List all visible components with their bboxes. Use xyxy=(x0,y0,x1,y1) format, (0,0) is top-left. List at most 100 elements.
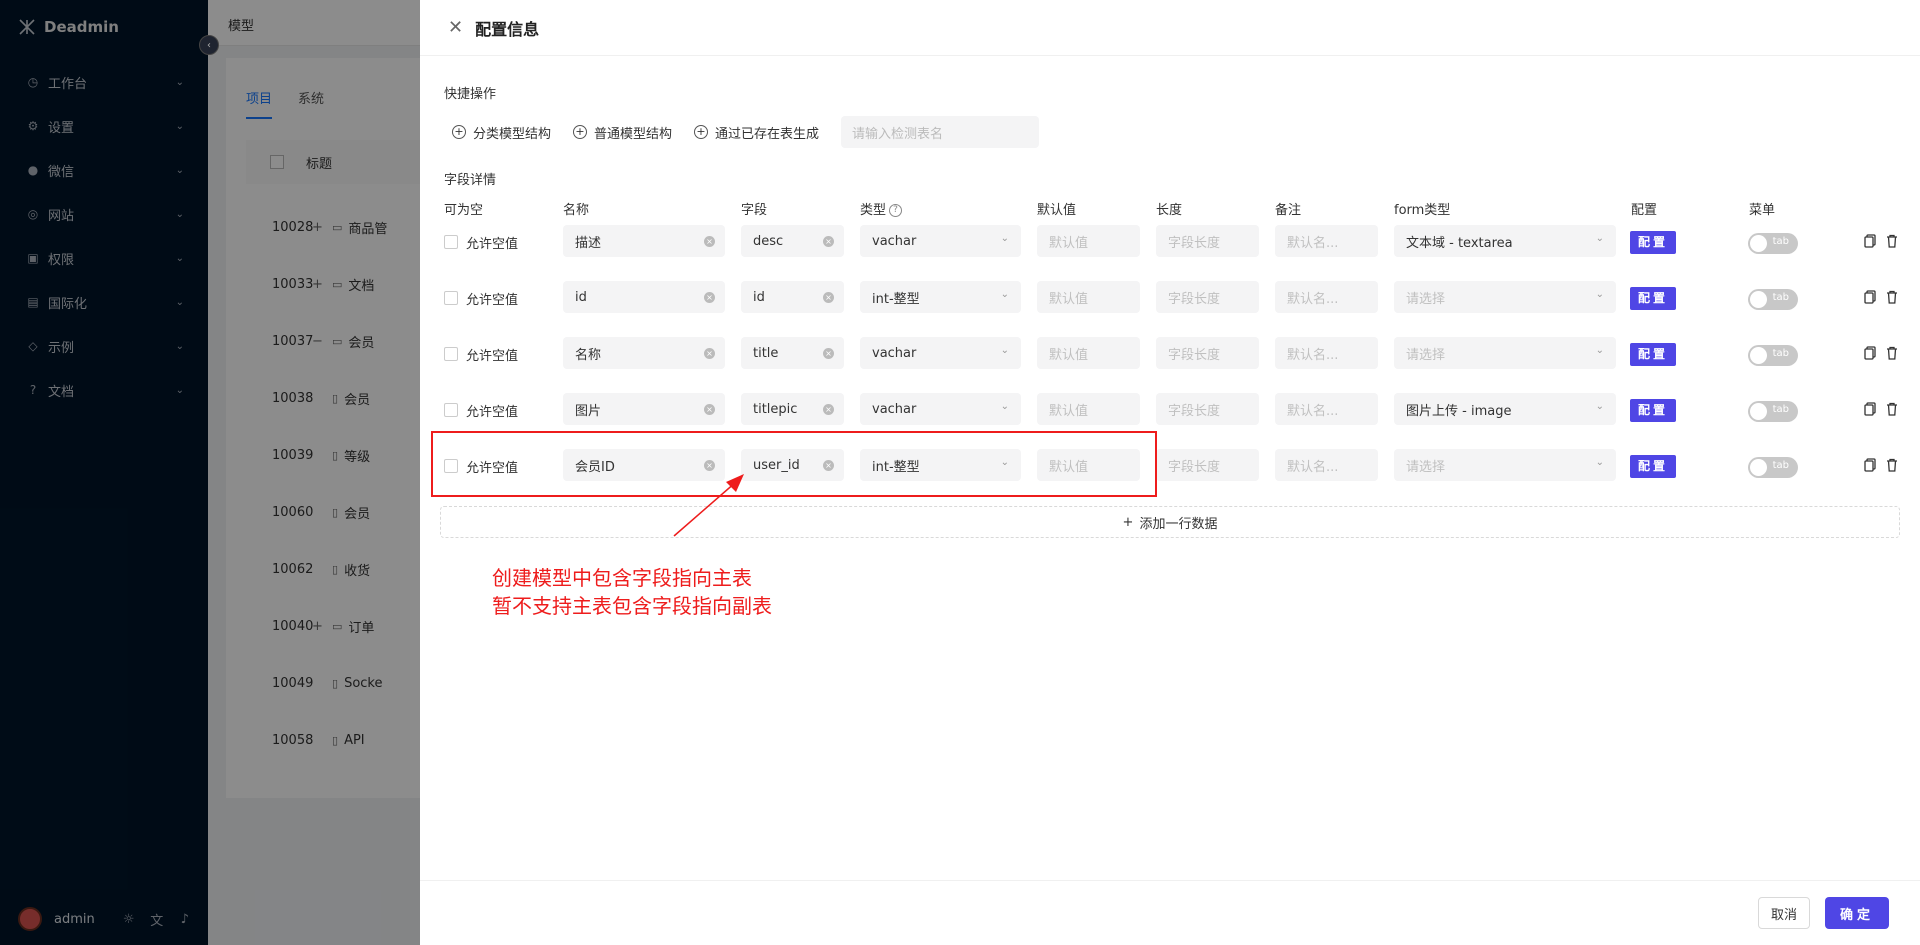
clear-icon[interactable]: × xyxy=(704,292,715,303)
toggle-knob xyxy=(1750,291,1767,308)
delete-icon[interactable] xyxy=(1886,290,1898,304)
type-select[interactable]: int-整型 ⌄ xyxy=(860,281,1021,313)
allow-null-checkbox[interactable]: 允许空值 xyxy=(444,225,518,259)
clear-icon[interactable]: × xyxy=(704,404,715,415)
close-icon[interactable]: ✕ xyxy=(448,17,463,38)
form-type-select[interactable]: 请选择 ⌄ xyxy=(1394,281,1616,313)
menu-tab-toggle[interactable]: tab xyxy=(1748,345,1798,366)
type-value: vachar xyxy=(872,233,917,249)
allow-null-checkbox[interactable]: 允许空值 xyxy=(444,393,518,427)
add-row-button[interactable]: + 添加一行数据 xyxy=(440,506,1900,538)
name-value: 图片 xyxy=(575,403,602,419)
remark-input[interactable]: 默认名... xyxy=(1275,393,1378,425)
form-type-select[interactable]: 图片上传 - image ⌄ xyxy=(1394,393,1616,425)
remark-placeholder: 默认名... xyxy=(1287,459,1339,475)
clear-icon[interactable]: × xyxy=(704,236,715,247)
drawer-mask[interactable] xyxy=(0,0,420,945)
remark-input[interactable]: 默认名... xyxy=(1275,281,1378,313)
clear-icon[interactable]: × xyxy=(823,404,834,415)
delete-icon[interactable] xyxy=(1886,346,1898,360)
length-input[interactable]: 字段长度 xyxy=(1156,281,1259,313)
type-select[interactable]: vachar ⌄ xyxy=(860,225,1021,257)
form-type-select[interactable]: 请选择 ⌄ xyxy=(1394,337,1616,369)
config-button[interactable]: 配置 xyxy=(1630,399,1676,422)
column-field: 字段 xyxy=(741,203,768,218)
length-input[interactable]: 字段长度 xyxy=(1156,393,1259,425)
field-input[interactable]: title × xyxy=(741,337,844,369)
default-input[interactable]: 默认值 xyxy=(1037,337,1140,369)
allow-null-checkbox[interactable]: 允许空值 xyxy=(444,281,518,315)
menu-tab-toggle[interactable]: tab xyxy=(1748,289,1798,310)
confirm-button[interactable]: 确定 xyxy=(1825,897,1889,929)
column-form-type: form类型 xyxy=(1394,203,1451,218)
from-existing-table-button[interactable]: + 通过已存在表生成 xyxy=(694,123,819,142)
type-select[interactable]: vachar ⌄ xyxy=(860,393,1021,425)
toggle-label: tab xyxy=(1772,348,1789,359)
config-button[interactable]: 配置 xyxy=(1630,343,1676,366)
copy-icon[interactable] xyxy=(1864,346,1876,360)
annotation-line: 创建模型中包含字段指向主表 xyxy=(492,566,752,590)
toggle-knob xyxy=(1750,347,1767,364)
length-placeholder: 字段长度 xyxy=(1168,235,1221,251)
remark-input[interactable]: 默认名... xyxy=(1275,449,1378,481)
remark-input[interactable]: 默认名... xyxy=(1275,337,1378,369)
default-input[interactable]: 默认值 xyxy=(1037,393,1140,425)
copy-icon[interactable] xyxy=(1864,458,1876,472)
drawer-header: ✕ 配置信息 xyxy=(420,0,1920,56)
column-nullable: 可为空 xyxy=(444,203,484,218)
config-button[interactable]: 配置 xyxy=(1630,287,1676,310)
clear-icon[interactable]: × xyxy=(823,348,834,359)
form-type-value: 图片上传 - image xyxy=(1406,403,1512,419)
delete-icon[interactable] xyxy=(1886,234,1898,248)
field-details-label: 字段详情 xyxy=(444,173,497,188)
length-placeholder: 字段长度 xyxy=(1168,403,1221,419)
table-name-input[interactable]: 请输入检测表名 xyxy=(841,116,1040,148)
name-input[interactable]: 描述 × xyxy=(563,225,725,257)
normal-model-button[interactable]: + 普通模型结构 xyxy=(573,123,672,142)
config-button[interactable]: 配置 xyxy=(1630,231,1676,254)
chevron-down-icon: ⌄ xyxy=(1000,289,1009,300)
cancel-button[interactable]: 取消 xyxy=(1758,897,1810,929)
allow-null-checkbox[interactable]: 允许空值 xyxy=(444,337,518,371)
delete-icon[interactable] xyxy=(1886,402,1898,416)
chevron-down-icon: ⌄ xyxy=(1595,289,1604,300)
column-default: 默认值 xyxy=(1037,203,1077,218)
name-input[interactable]: 图片 × xyxy=(563,393,725,425)
copy-icon[interactable] xyxy=(1864,402,1876,416)
length-input[interactable]: 字段长度 xyxy=(1156,449,1259,481)
type-select[interactable]: vachar ⌄ xyxy=(860,337,1021,369)
clear-icon[interactable]: × xyxy=(823,236,834,247)
remark-input[interactable]: 默认名... xyxy=(1275,225,1378,257)
clear-icon[interactable]: × xyxy=(823,292,834,303)
column-type-label: 类型 xyxy=(860,203,887,218)
menu-tab-toggle[interactable]: tab xyxy=(1748,457,1798,478)
menu-tab-toggle[interactable]: tab xyxy=(1748,233,1798,254)
sidebar-collapse-button[interactable]: ‹ xyxy=(199,35,219,55)
form-type-value: 文本域 - textarea xyxy=(1406,235,1513,251)
copy-icon[interactable] xyxy=(1864,290,1876,304)
menu-tab-toggle[interactable]: tab xyxy=(1748,401,1798,422)
form-type-select[interactable]: 请选择 ⌄ xyxy=(1394,449,1616,481)
category-model-button[interactable]: + 分类模型结构 xyxy=(452,123,551,142)
clear-icon[interactable]: × xyxy=(704,348,715,359)
name-input[interactable]: id × xyxy=(563,281,725,313)
default-input[interactable]: 默认值 xyxy=(1037,225,1140,257)
field-input[interactable]: titlepic × xyxy=(741,393,844,425)
length-input[interactable]: 字段长度 xyxy=(1156,225,1259,257)
default-input[interactable]: 默认值 xyxy=(1037,281,1140,313)
question-icon[interactable]: ? xyxy=(889,204,903,217)
field-input[interactable]: id × xyxy=(741,281,844,313)
copy-icon[interactable] xyxy=(1864,234,1876,248)
form-type-placeholder: 请选择 xyxy=(1406,347,1446,363)
field-input[interactable]: desc × xyxy=(741,225,844,257)
length-input[interactable]: 字段长度 xyxy=(1156,337,1259,369)
column-type: 类型? xyxy=(860,199,903,218)
field-row: 允许空值 图片 × titlepic × vachar ⌄ 默认值 字段长度 默认名... 图片上传… xyxy=(420,393,1920,427)
default-placeholder: 默认值 xyxy=(1049,403,1089,419)
form-type-select[interactable]: 文本域 - textarea ⌄ xyxy=(1394,225,1616,257)
config-button[interactable]: 配置 xyxy=(1630,455,1676,478)
plus-circle-icon: + xyxy=(694,125,709,139)
column-name: 名称 xyxy=(563,203,590,218)
name-input[interactable]: 名称 × xyxy=(563,337,725,369)
delete-icon[interactable] xyxy=(1886,458,1898,472)
